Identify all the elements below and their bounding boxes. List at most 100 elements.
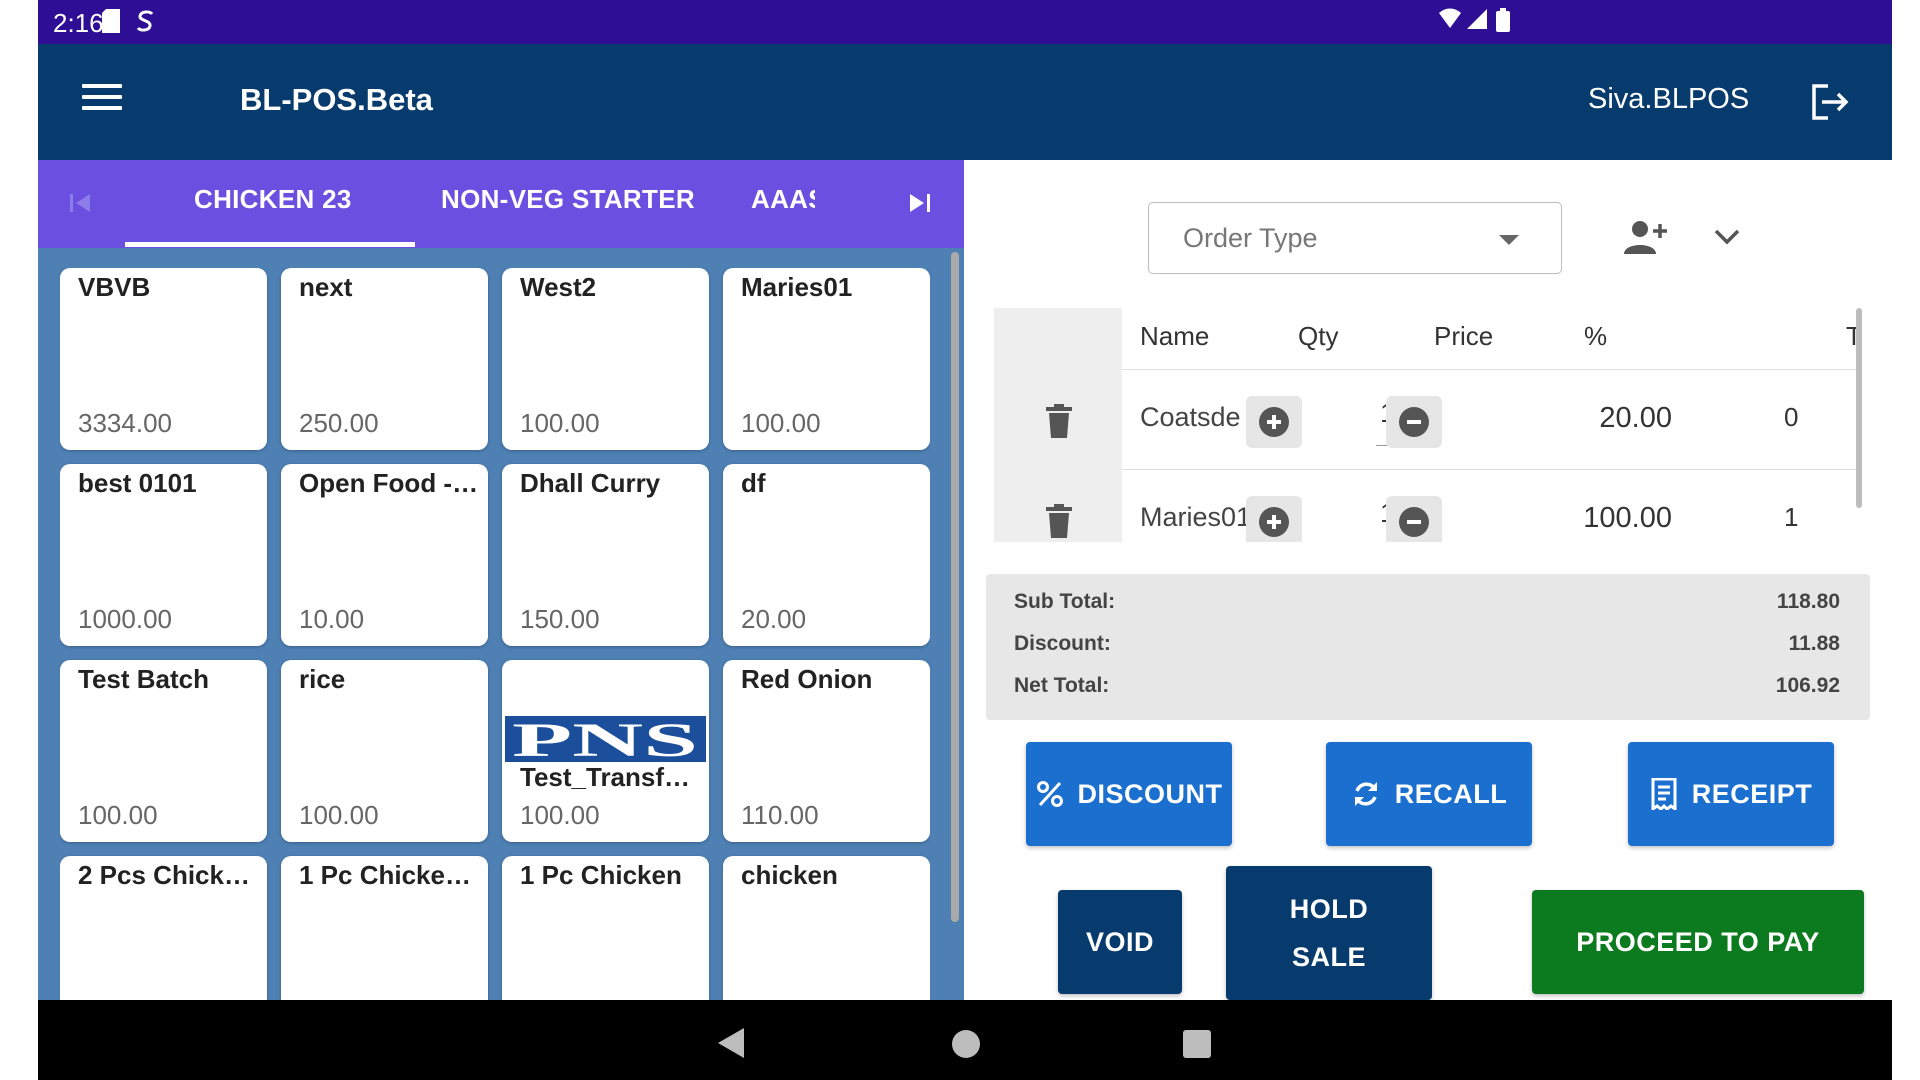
- tab-non-veg-starter[interactable]: NON-VEG STARTER: [441, 184, 695, 215]
- product-price: 250.00: [299, 408, 379, 438]
- add-customer-icon[interactable]: [1624, 218, 1668, 258]
- chevron-down-icon[interactable]: [1712, 224, 1742, 250]
- last-tab-icon[interactable]: [904, 188, 934, 218]
- status-bar: 2:16: [38, 0, 1892, 44]
- product-grid: VBVB 3334.00 next 250.00 West2 100.00 Ma…: [60, 268, 930, 1000]
- hold-button-label-line2: SALE: [1291, 942, 1366, 972]
- pos-app: 2:16 BL-POS.Beta Siva.BLPOS CHICKEN 23 N…: [38, 0, 1892, 1080]
- signal-icon: [1467, 9, 1487, 29]
- net-total-value: 106.92: [1775, 674, 1840, 697]
- product-card[interactable]: Test Batch 100.00: [60, 660, 267, 842]
- tab-aaas[interactable]: AAAS: [751, 184, 815, 215]
- item-name: Coatsde: [1140, 402, 1241, 432]
- product-card[interactable]: 1 Pc Chicken: [502, 856, 709, 1000]
- recent-apps-icon[interactable]: [1183, 1030, 1211, 1058]
- product-price: 110.00: [741, 800, 819, 830]
- battery-icon: [1496, 8, 1510, 32]
- active-tab-indicator: [125, 242, 415, 247]
- discount-button-label: DISCOUNT: [1077, 778, 1223, 809]
- wifi-icon: [1439, 8, 1461, 28]
- product-name: rice: [299, 664, 346, 694]
- sub-total-label: Sub Total:: [1014, 590, 1116, 613]
- product-name: Open Food - ...: [299, 468, 479, 498]
- refresh-icon: [1354, 782, 1377, 806]
- discount-value: 11.88: [1788, 632, 1840, 655]
- qty-decrease-button[interactable]: [1386, 396, 1442, 448]
- product-price: 150.00: [520, 604, 600, 634]
- delete-icon[interactable]: [1046, 504, 1072, 538]
- product-card[interactable]: 2 Pcs Chicke...: [60, 856, 267, 1000]
- product-panel: CHICKEN 23 NON-VEG STARTER AAAS VBVB 333…: [38, 160, 964, 1000]
- product-card[interactable]: best 0101 1000.00: [60, 464, 267, 646]
- recall-button[interactable]: RECALL: [1326, 742, 1532, 846]
- receipt-icon: [1651, 778, 1677, 810]
- first-tab-icon[interactable]: [66, 188, 96, 218]
- product-name: 2 Pcs Chicke...: [78, 860, 258, 890]
- product-card[interactable]: Maries01 100.00: [723, 268, 930, 450]
- product-price: 1000.00: [78, 604, 172, 634]
- product-name: Maries01: [741, 272, 853, 302]
- tab-chicken-23[interactable]: CHICKEN 23: [194, 184, 352, 215]
- sub-total-value: 118.80: [1776, 590, 1840, 613]
- sd-card-icon: [102, 9, 120, 33]
- dropdown-arrow-icon: [1499, 235, 1519, 245]
- qty-decrease-button[interactable]: [1386, 496, 1442, 542]
- qty-increase-button[interactable]: [1246, 496, 1302, 542]
- menu-icon[interactable]: [82, 84, 122, 120]
- totals-box: Sub Total: 118.80 Discount: 11.88 Net To…: [986, 574, 1870, 720]
- proceed-button-label: PROCEED TO PAY: [1576, 926, 1820, 957]
- product-name: Red Onion: [741, 664, 873, 694]
- product-name: Test_Transfe...: [520, 762, 700, 792]
- hold-sale-button[interactable]: HOLD SALE: [1226, 866, 1432, 1000]
- order-table: Name Qty Price % T Coatsde 1: [994, 308, 1862, 542]
- receipt-button[interactable]: RECEIPT: [1628, 742, 1834, 846]
- home-icon[interactable]: [952, 1030, 980, 1058]
- product-card[interactable]: Open Food - ... 10.00: [281, 464, 488, 646]
- product-name: df: [741, 468, 766, 498]
- app-title: BL-POS.Beta: [240, 82, 433, 117]
- discount-button[interactable]: DISCOUNT: [1026, 742, 1232, 846]
- back-icon[interactable]: [718, 1028, 744, 1058]
- product-name: Test Batch: [78, 664, 209, 694]
- grid-scrollbar[interactable]: [951, 252, 959, 922]
- product-price: 100.00: [78, 800, 158, 830]
- product-card[interactable]: Dhall Curry 150.00: [502, 464, 709, 646]
- product-card[interactable]: West2 100.00: [502, 268, 709, 450]
- logout-icon[interactable]: [1808, 80, 1852, 124]
- product-price: 3334.00: [78, 408, 172, 438]
- product-price: 100.00: [520, 800, 600, 830]
- product-card[interactable]: rice 100.00: [281, 660, 488, 842]
- product-card[interactable]: VBVB 3334.00: [60, 268, 267, 450]
- order-table-scrollbar[interactable]: [1856, 308, 1862, 508]
- product-card[interactable]: chicken: [723, 856, 930, 1000]
- product-name: 1 Pc Chicken: [520, 860, 682, 890]
- category-tabs: CHICKEN 23 NON-VEG STARTER AAAS: [38, 160, 964, 248]
- receipt-button-label: RECEIPT: [1691, 778, 1813, 809]
- proceed-to-pay-button[interactable]: PROCEED TO PAY: [1532, 890, 1864, 994]
- order-panel: Order Type Name Qty Price % T Coatsde 20…: [964, 160, 1892, 1000]
- product-name: best 0101: [78, 468, 197, 498]
- item-price: 20.00: [1599, 402, 1672, 434]
- item-price: 100.00: [1583, 502, 1672, 534]
- qty-increase-button[interactable]: [1246, 396, 1302, 448]
- product-card[interactable]: df 20.00: [723, 464, 930, 646]
- net-total-label: Net Total:: [1014, 674, 1110, 697]
- product-card[interactable]: next 250.00: [281, 268, 488, 450]
- delete-icon[interactable]: [1046, 404, 1072, 438]
- product-card[interactable]: PNS Test_Transfe... 100.00: [502, 660, 709, 842]
- pns-logo-text: PNS: [512, 716, 698, 762]
- void-button[interactable]: VOID: [1058, 890, 1182, 994]
- status-time: 2:16: [53, 8, 104, 38]
- product-card[interactable]: 1 Pc Chicken...: [281, 856, 488, 1000]
- sync-icon: [136, 10, 154, 32]
- table-row: Maries01 1 100.00 1: [994, 470, 1862, 542]
- col-name: Name: [1140, 321, 1210, 351]
- percent-icon: [1036, 781, 1063, 807]
- navigation-bar: [38, 1000, 1892, 1080]
- hold-button-label-line1: HOLD: [1289, 894, 1369, 924]
- product-card[interactable]: Red Onion 110.00: [723, 660, 930, 842]
- order-type-select[interactable]: Order Type: [1148, 202, 1562, 274]
- product-name: VBVB: [78, 272, 151, 302]
- order-type-label: Order Type: [1183, 223, 1318, 253]
- table-row: Coatsde 1 20.00 0: [994, 370, 1862, 470]
